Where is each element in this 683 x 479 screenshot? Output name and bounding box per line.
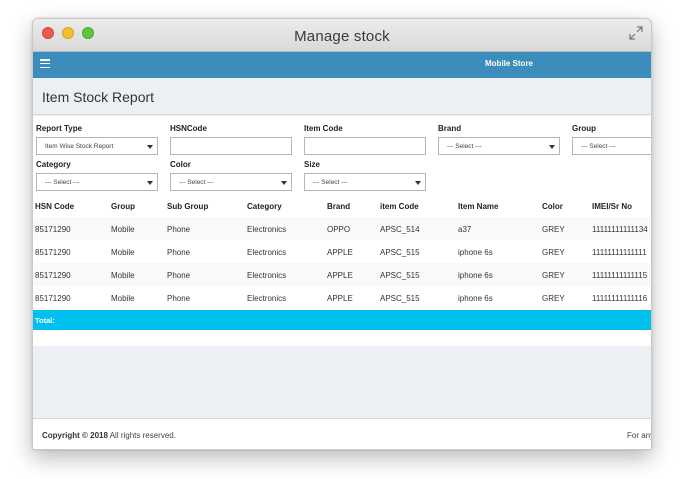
col-header-hsn-code[interactable]: HSN Code: [35, 202, 74, 211]
size-value: --- Select ---: [313, 179, 348, 186]
col-header-category[interactable]: Category: [247, 202, 282, 211]
menu-icon[interactable]: [40, 59, 50, 69]
chevron-down-icon: [147, 181, 153, 185]
cell-category: Electronics: [247, 248, 287, 257]
report-type-select[interactable]: Item Wise Stock Report: [36, 137, 158, 155]
cell-group: Mobile: [111, 294, 135, 303]
size-select[interactable]: --- Select ---: [304, 173, 426, 191]
cell-group: Mobile: [111, 271, 135, 280]
page-title: Item Stock Report: [42, 89, 155, 105]
col-header-item-code[interactable]: item Code: [380, 202, 419, 211]
cell-brand: APPLE: [327, 294, 353, 303]
col-header-imei[interactable]: IMEI/Sr No: [592, 202, 632, 211]
copyright-rest: All rights reserved.: [107, 431, 176, 440]
col-header-sub-group[interactable]: Sub Group: [167, 202, 208, 211]
cell-category: Electronics: [247, 294, 287, 303]
color-value: --- Select ---: [179, 179, 214, 186]
footer: Copyright © 2018 All rights reserved. Fo…: [33, 418, 652, 449]
cell-category: Electronics: [247, 225, 287, 234]
brand-label: Brand: [438, 124, 462, 133]
total-row: Total:: [33, 310, 651, 330]
cell-color: GREY: [542, 271, 565, 280]
report-type-value: Item Wise Stock Report: [45, 143, 114, 150]
title-bar: Manage stock: [33, 19, 651, 52]
col-header-brand[interactable]: Brand: [327, 202, 350, 211]
table-row: 85171290 Mobile Phone Electronics APPLE …: [33, 286, 651, 309]
cell-hsn-code: 85171290: [35, 248, 71, 257]
cell-hsn-code: 85171290: [35, 225, 71, 234]
page-header: Item Stock Report: [33, 78, 651, 115]
cell-hsn-code: 85171290: [35, 294, 71, 303]
cell-item-name: a37: [458, 225, 472, 234]
copyright-text: Copyright © 2018 All rights reserved.: [42, 431, 176, 440]
cell-item-name: iphone 6s: [458, 294, 493, 303]
footer-right-text: For any: [627, 431, 652, 440]
category-label: Category: [36, 160, 71, 169]
cell-sub-group: Phone: [167, 294, 191, 303]
cell-imei: 11111111111134: [592, 225, 648, 234]
cell-imei: 11111111111115: [592, 271, 648, 280]
table-row: 85171290 Mobile Phone Electronics APPLE …: [33, 263, 651, 286]
cell-sub-group: Phone: [167, 271, 191, 280]
cell-group: Mobile: [111, 225, 135, 234]
cell-item-code: APSC_514: [380, 225, 420, 234]
color-select[interactable]: --- Select ---: [170, 173, 292, 191]
expand-icon[interactable]: [629, 26, 643, 40]
store-name[interactable]: Mobile Store: [485, 59, 533, 68]
top-navbar: Mobile Store: [33, 52, 651, 78]
report-panel: Report Type Item Wise Stock Report HSNCo…: [33, 116, 651, 346]
chevron-down-icon: [549, 145, 555, 149]
cell-color: GREY: [542, 294, 565, 303]
col-header-item-name[interactable]: Item Name: [458, 202, 498, 211]
table-row: 85171290 Mobile Phone Electronics APPLE …: [33, 240, 651, 263]
cell-item-name: iphone 6s: [458, 248, 493, 257]
chevron-down-icon: [281, 181, 287, 185]
brand-select[interactable]: --- Select ---: [438, 137, 560, 155]
cell-hsn-code: 85171290: [35, 271, 71, 280]
total-label: Total:: [35, 316, 55, 325]
cell-category: Electronics: [247, 271, 287, 280]
copyright-strong: Copyright © 2018: [42, 431, 108, 440]
item-code-input[interactable]: [304, 137, 426, 155]
cell-brand: APPLE: [327, 248, 353, 257]
cell-brand: OPPO: [327, 225, 351, 234]
report-type-label: Report Type: [36, 124, 83, 133]
item-code-label: Item Code: [304, 124, 343, 133]
color-label: Color: [170, 160, 191, 169]
col-header-group[interactable]: Group: [111, 202, 135, 211]
table-header-row: HSN Code Group Sub Group Category Brand …: [33, 195, 651, 218]
cell-imei: 11111111111111: [592, 248, 647, 257]
cell-item-name: iphone 6s: [458, 271, 493, 280]
chevron-down-icon: [147, 145, 153, 149]
table-row: 85171290 Mobile Phone Electronics OPPO A…: [33, 217, 651, 240]
main-content: Item Stock Report Report Type Item Wise …: [33, 78, 651, 418]
cell-brand: APPLE: [327, 271, 353, 280]
cell-item-code: APSC_515: [380, 248, 420, 257]
hsn-code-label: HSNCode: [170, 124, 207, 133]
cell-imei: 11111111111116: [592, 294, 648, 303]
col-header-color[interactable]: Color: [542, 202, 563, 211]
cell-sub-group: Phone: [167, 248, 191, 257]
cell-color: GREY: [542, 225, 565, 234]
app-window: Manage stock Mobile Store Item Stock Rep…: [32, 18, 652, 450]
size-label: Size: [304, 160, 321, 169]
brand-value: --- Select ---: [447, 143, 482, 150]
cell-group: Mobile: [111, 248, 135, 257]
category-select[interactable]: --- Select ---: [36, 173, 158, 191]
group-value: --- Select ---: [581, 143, 616, 150]
cell-color: GREY: [542, 248, 565, 257]
group-label: Group: [572, 124, 596, 133]
cell-item-code: APSC_515: [380, 271, 420, 280]
cell-sub-group: Phone: [167, 225, 191, 234]
group-select[interactable]: --- Select ---: [572, 137, 651, 155]
cell-item-code: APSC_515: [380, 294, 420, 303]
chevron-down-icon: [415, 181, 421, 185]
window-title: Manage stock: [294, 28, 390, 45]
category-value: --- Select ---: [45, 179, 80, 186]
hsn-code-input[interactable]: [170, 137, 292, 155]
